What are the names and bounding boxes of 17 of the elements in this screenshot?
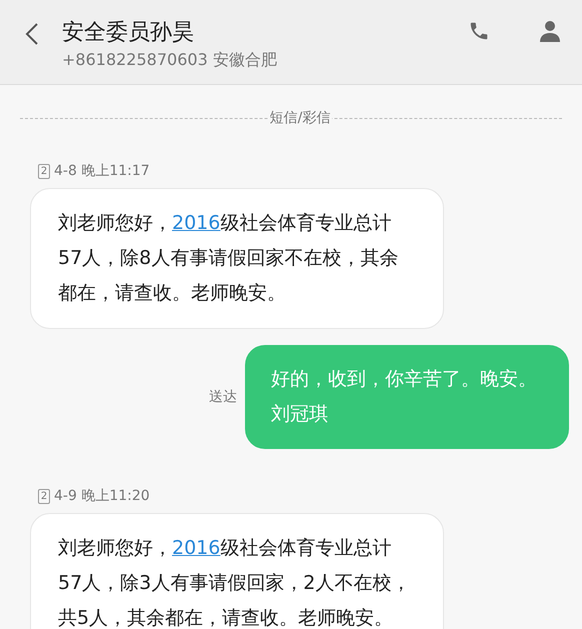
contact-button[interactable] [540, 20, 560, 42]
call-button[interactable] [468, 20, 490, 42]
timestamp: 4-8 晚上11:17 [54, 162, 150, 181]
contact-number: +8618225870603 安徽合肥 [62, 49, 277, 71]
message-bubble: 刘老师您好，2016级社会体育专业总计 57人，除8人有事请假回家不在校，其余 都在，请查收。老师晚安。 [30, 188, 444, 329]
link[interactable]: 2016 [172, 212, 220, 234]
delivery-status: 送达 [209, 388, 237, 406]
message-bubble: 好的，收到，你辛苦了。晚安。 刘冠琪 [245, 345, 569, 449]
timestamp: 4-9 晚上11:20 [54, 487, 150, 506]
contact-name: 安全委员孙昊 [62, 19, 195, 47]
sim-badge: 2 [38, 489, 50, 504]
message-bubble: 刘老师您好，2016级社会体育专业总计 57人，除3人有事请假回家，2人不在校， 共5人，其余都在，请查收。老师晚安。 [30, 513, 444, 629]
phone-icon [468, 20, 490, 42]
back-icon [25, 22, 39, 46]
sim-badge: 2 [38, 164, 50, 179]
link[interactable]: 2016 [172, 537, 220, 559]
person-icon [540, 20, 560, 42]
